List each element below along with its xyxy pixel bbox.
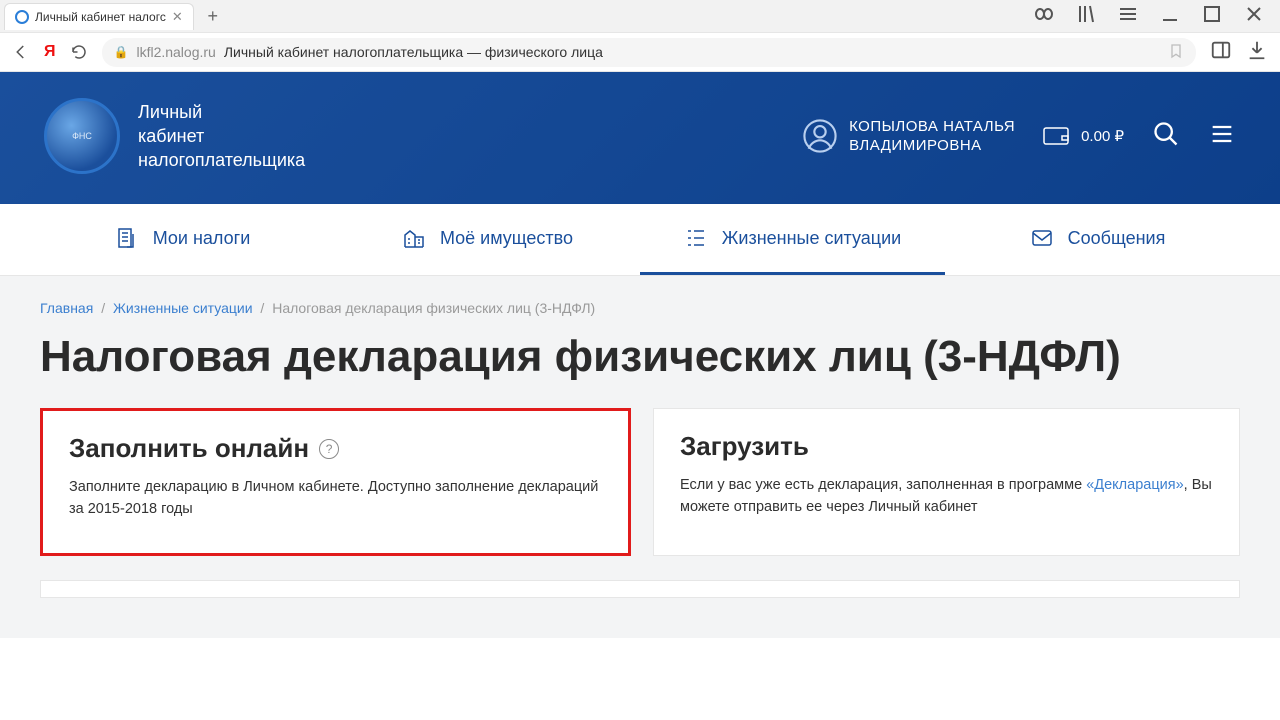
card-upload[interactable]: Загрузить Если у вас уже есть декларация… — [653, 408, 1240, 556]
card-title-text: Загрузить — [680, 431, 809, 462]
lock-icon: 🔒 — [114, 45, 129, 59]
emblem-icon: ФНС — [44, 98, 120, 174]
sidebar-toggle-icon[interactable] — [1210, 39, 1232, 66]
site-title-line: кабинет — [138, 124, 305, 148]
list-icon — [684, 226, 708, 250]
search-button[interactable] — [1152, 120, 1180, 153]
mail-icon — [1030, 226, 1054, 250]
downloads-icon[interactable] — [1246, 39, 1268, 66]
breadcrumb-sep: / — [101, 300, 105, 316]
user-icon — [803, 119, 837, 153]
close-tab-icon[interactable]: ✕ — [172, 9, 183, 25]
tab-label: Мои налоги — [153, 228, 251, 249]
browser-tab[interactable]: Личный кабинет налогс ✕ — [4, 3, 194, 30]
bookmark-lib-icon[interactable] — [1074, 2, 1098, 31]
card-fill-online[interactable]: Заполнить онлайн ? Заполните декларацию … — [40, 408, 631, 556]
tab-title: Личный кабинет налогс — [35, 10, 166, 24]
address-bar: Я 🔒 lkfl2.nalog.ru Личный кабинет налого… — [0, 32, 1280, 72]
card-description: Если у вас уже есть декларация, заполнен… — [680, 474, 1213, 519]
window-maximize-icon[interactable] — [1200, 2, 1224, 31]
taxes-icon — [115, 226, 139, 250]
new-tab-button[interactable]: + — [200, 3, 226, 29]
breadcrumb-home[interactable]: Главная — [40, 300, 93, 316]
tab-strip: Личный кабинет налогс ✕ + — [0, 0, 1280, 32]
toolbar-right — [1210, 39, 1268, 66]
program-link[interactable]: «Декларация» — [1086, 477, 1183, 493]
wallet-icon — [1043, 125, 1071, 147]
card-title-text: Заполнить онлайн — [69, 433, 309, 464]
main-nav: Мои налоги Моё имущество Жизненные ситуа… — [0, 204, 1280, 276]
card-description: Заполните декларацию в Личном кабинете. … — [69, 476, 602, 521]
tab-taxes[interactable]: Мои налоги — [30, 204, 335, 275]
user-profile[interactable]: КОПЫЛОВА НАТАЛЬЯ ВЛАДИМИРОВНА — [803, 117, 1015, 156]
tab-messages[interactable]: Сообщения — [945, 204, 1250, 275]
reload-button[interactable] — [70, 43, 88, 61]
content-row — [40, 580, 1240, 598]
url-label: Личный кабинет налогоплательщика — физич… — [224, 44, 603, 60]
breadcrumb-current: Налоговая декларация физических лиц (3-Н… — [272, 300, 595, 316]
user-name-line: ВЛАДИМИРОВНА — [849, 136, 1015, 156]
breadcrumb-section[interactable]: Жизненные ситуации — [113, 300, 253, 316]
site-title-line: налогоплательщика — [138, 148, 305, 172]
window-minimize-icon[interactable] — [1158, 2, 1182, 31]
page-content: Главная / Жизненные ситуации / Налоговая… — [0, 276, 1280, 638]
property-icon — [402, 226, 426, 250]
site-title-line: Личный — [138, 100, 305, 124]
site-title: Личный кабинет налогоплательщика — [138, 100, 305, 173]
page-title: Налоговая декларация физических лиц (3-Н… — [40, 332, 1240, 382]
window-controls — [1032, 2, 1276, 31]
breadcrumb: Главная / Жизненные ситуации / Налоговая… — [40, 300, 1240, 316]
card-text: Если у вас уже есть декларация, заполнен… — [680, 477, 1086, 493]
menu-button[interactable] — [1208, 120, 1236, 153]
bookmark-icon[interactable] — [1168, 43, 1184, 62]
tab-label: Сообщения — [1068, 228, 1166, 249]
url-field[interactable]: 🔒 lkfl2.nalog.ru Личный кабинет налогопл… — [102, 38, 1197, 67]
card-title: Заполнить онлайн ? — [69, 433, 602, 464]
user-block: КОПЫЛОВА НАТАЛЬЯ ВЛАДИМИРОВНА 0.00 ₽ — [803, 117, 1236, 156]
balance[interactable]: 0.00 ₽ — [1043, 125, 1124, 147]
tab-life-situations[interactable]: Жизненные ситуации — [640, 204, 945, 275]
favicon-icon — [15, 10, 29, 24]
window-close-icon[interactable] — [1242, 2, 1266, 31]
card-title: Загрузить — [680, 431, 1213, 462]
site-logo[interactable]: ФНС Личный кабинет налогоплательщика — [44, 98, 305, 174]
help-icon[interactable]: ? — [319, 439, 339, 459]
balance-value: 0.00 ₽ — [1081, 127, 1124, 145]
site-header: ФНС Личный кабинет налогоплательщика КОП… — [0, 72, 1280, 204]
tab-label: Моё имущество — [440, 228, 573, 249]
app-menu-icon[interactable] — [1116, 2, 1140, 31]
browser-chrome: Личный кабинет налогс ✕ + Я 🔒 lkfl2.nalo… — [0, 0, 1280, 72]
yandex-home-icon[interactable]: Я — [44, 43, 56, 61]
user-name: КОПЫЛОВА НАТАЛЬЯ ВЛАДИМИРОВНА — [849, 117, 1015, 156]
tab-property[interactable]: Моё имущество — [335, 204, 640, 275]
action-cards: Заполнить онлайн ? Заполните декларацию … — [40, 408, 1240, 556]
breadcrumb-sep: / — [260, 300, 264, 316]
back-button[interactable] — [12, 43, 30, 61]
url-host: lkfl2.nalog.ru — [136, 44, 215, 60]
tab-label: Жизненные ситуации — [722, 228, 901, 249]
reader-mode-icon[interactable] — [1032, 2, 1056, 31]
user-name-line: КОПЫЛОВА НАТАЛЬЯ — [849, 117, 1015, 137]
